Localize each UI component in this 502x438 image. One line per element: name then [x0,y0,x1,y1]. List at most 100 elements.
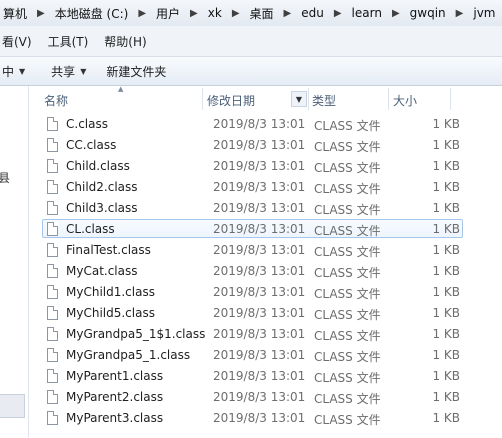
file-date: 2019/8/3 13:01 [213,138,306,152]
column-header-name[interactable]: 名称 [44,86,68,114]
file-date: 2019/8/3 13:01 [213,243,306,257]
file-row[interactable]: MyChild1.class 2019/8/3 13:01 CLASS 文件 1… [30,282,502,303]
file-name: Child2.class [66,180,138,194]
file-size: 1 KB [432,348,460,362]
file-row[interactable]: MyParent1.class 2019/8/3 13:01 CLASS 文件 … [30,366,502,387]
file-size: 1 KB [432,285,460,299]
column-divider[interactable] [388,88,389,110]
file-type: CLASS 文件 [314,287,381,301]
file-size: 1 KB [432,138,460,152]
file-row[interactable]: MyCat.class 2019/8/3 13:01 CLASS 文件 1 KB [30,261,502,282]
file-icon [47,411,58,425]
file-type: CLASS 文件 [314,119,381,133]
file-date: 2019/8/3 13:01 [213,369,306,383]
breadcrumb-jvm[interactable]: jvm [470,6,498,20]
column-header-size[interactable]: 大小 [393,86,417,114]
file-date: 2019/8/3 13:01 [213,201,306,215]
file-size: 1 KB [432,411,460,425]
file-size: 1 KB [432,180,460,194]
command-bar: 中 ▼ 共享 ▼ 新建文件夹 [0,57,502,86]
breadcrumb-desktop[interactable]: 桌面 [247,5,277,22]
breadcrumb-separator-icon[interactable]: ▶ [30,8,52,19]
file-icon [47,180,58,194]
file-size: 1 KB [432,390,460,404]
address-bar[interactable]: 算机 ▶ 本地磁盘 (C:) ▶ 用户 ▶ xk ▶ 桌面 ▶ edu ▶ le… [0,0,502,27]
file-icon [47,117,58,131]
breadcrumb-separator-icon[interactable]: ▶ [183,8,205,19]
file-list[interactable]: ▲ 名称 修改日期 ▼ 类型 大小 C.class 2019/8/3 13:01… [30,86,502,438]
breadcrumb-separator-icon[interactable]: ▶ [225,8,247,19]
breadcrumb-local-disk[interactable]: 本地磁盘 (C:) [52,5,132,22]
column-divider[interactable] [308,88,309,110]
file-type: CLASS 文件 [314,182,381,196]
file-row[interactable]: MyGrandpa5_1$1.class 2019/8/3 13:01 CLAS… [30,324,502,345]
column-divider[interactable] [202,88,203,110]
file-row[interactable]: C.class 2019/8/3 13:01 CLASS 文件 1 KB [30,114,502,135]
include-in-library-button[interactable]: 中 ▼ [0,63,41,80]
file-icon [47,201,58,215]
file-size: 1 KB [432,117,460,131]
file-row[interactable]: CC.class 2019/8/3 13:01 CLASS 文件 1 KB [30,135,502,156]
file-name: CC.class [66,138,117,152]
navigation-pane[interactable]: 县 [0,86,29,438]
menu-tools[interactable]: 工具(T) [40,33,97,50]
breadcrumb-separator-icon[interactable]: ▶ [327,8,349,19]
file-icon [47,348,58,362]
file-name: MyChild5.class [66,306,155,320]
share-label: 共享 [51,64,76,79]
nav-scrollbar-thumb[interactable] [0,394,25,418]
breadcrumb-edu[interactable]: edu [298,6,327,20]
file-size: 1 KB [432,159,460,173]
file-type: CLASS 文件 [314,245,381,259]
column-header-type[interactable]: 类型 [312,86,336,114]
column-divider[interactable] [450,88,451,110]
breadcrumb-separator-icon[interactable]: ▶ [449,8,471,19]
file-type: CLASS 文件 [314,308,381,322]
file-row[interactable]: Child3.class 2019/8/3 13:01 CLASS 文件 1 K… [30,198,502,219]
file-size: 1 KB [432,306,460,320]
include-label: 中 [2,64,15,79]
file-icon [47,138,58,152]
menu-bar: 看(V) 工具(T) 帮助(H) [0,26,502,57]
file-row[interactable]: MyGrandpa5_1.class 2019/8/3 13:01 CLASS … [30,345,502,366]
nav-item-label[interactable]: 县 [0,169,10,186]
file-icon [47,306,58,320]
menu-view[interactable]: 看(V) [0,33,40,50]
file-row[interactable]: Child.class 2019/8/3 13:01 CLASS 文件 1 KB [30,156,502,177]
breadcrumb-separator-icon[interactable]: ▶ [277,8,299,19]
file-name: Child3.class [66,201,138,215]
column-header-row: ▲ 名称 修改日期 ▼ 类型 大小 [30,86,502,114]
file-icon [47,222,58,236]
file-name: FinalTest.class [66,243,151,257]
file-icon [47,159,58,173]
chevron-down-icon: ▼ [19,66,26,76]
breadcrumb-computer[interactable]: 算机 [0,5,30,22]
file-row[interactable]: FinalTest.class 2019/8/3 13:01 CLASS 文件 … [30,240,502,261]
file-date: 2019/8/3 13:01 [213,411,306,425]
file-type: CLASS 文件 [314,266,381,280]
breadcrumb-learn[interactable]: learn [349,6,385,20]
file-row[interactable]: MyChild5.class 2019/8/3 13:01 CLASS 文件 1… [30,303,502,324]
breadcrumb-separator-icon[interactable]: ▶ [131,8,153,19]
file-type: CLASS 文件 [314,329,381,343]
breadcrumb-users[interactable]: 用户 [153,5,183,22]
file-row[interactable]: MyParent3.class 2019/8/3 13:01 CLASS 文件 … [30,408,502,429]
breadcrumb-xk[interactable]: xk [205,6,225,20]
breadcrumb-gwqin[interactable]: gwqin [407,6,449,20]
file-icon [47,243,58,257]
new-folder-button[interactable]: 新建文件夹 [96,63,176,80]
file-name: C.class [66,117,108,131]
file-name: MyParent2.class [66,390,164,404]
file-row-focused[interactable]: CL.class 2019/8/3 13:01 CLASS 文件 1 KB [30,219,502,240]
menu-help[interactable]: 帮助(H) [96,33,154,50]
file-row[interactable]: Child2.class 2019/8/3 13:01 CLASS 文件 1 K… [30,177,502,198]
share-button[interactable]: 共享 ▼ [41,63,96,80]
file-row[interactable]: MyParent2.class 2019/8/3 13:01 CLASS 文件 … [30,387,502,408]
file-type: CLASS 文件 [314,392,381,406]
chevron-down-icon[interactable]: ▼ [291,91,307,107]
file-type: CLASS 文件 [314,371,381,385]
breadcrumb-separator-icon[interactable]: ▶ [385,8,407,19]
chevron-down-icon: ▼ [80,66,87,76]
file-date: 2019/8/3 13:01 [213,180,306,194]
file-size: 1 KB [432,222,460,236]
